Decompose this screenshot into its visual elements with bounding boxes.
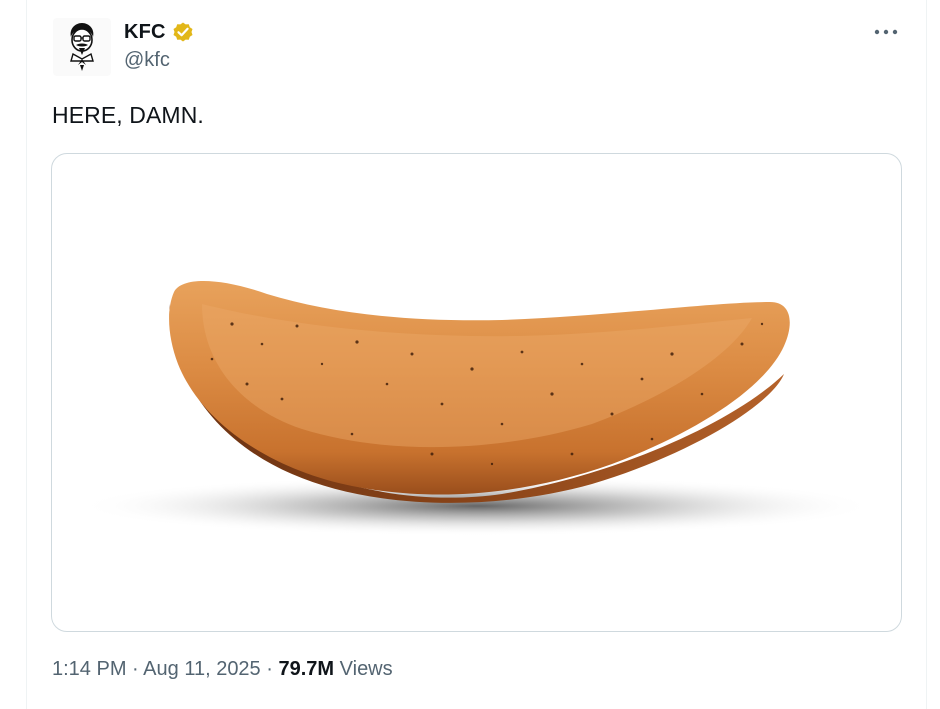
views-count[interactable]: 79.7M (278, 658, 334, 680)
tweet-text: HERE, DAMN. (52, 102, 204, 128)
meta-separator-2: · (266, 658, 273, 680)
tweet-time[interactable]: 1:14 PM (52, 658, 126, 680)
handle[interactable]: @kfc (124, 49, 195, 72)
more-horizontal-icon (874, 29, 898, 35)
potato-wedge-image (77, 280, 877, 536)
colonel-sanders-logo-icon (70, 23, 94, 71)
tweet-meta: 1:14 PM · Aug 11, 2025 · 79.7M Views (52, 658, 393, 681)
display-name[interactable]: KFC (124, 21, 166, 44)
views-label: Views (339, 658, 393, 680)
verified-badge-icon[interactable] (171, 20, 195, 44)
user-info: KFC @kfc (124, 18, 195, 72)
avatar[interactable] (53, 18, 111, 76)
meta-separator: · (132, 658, 139, 680)
tweet-card: KFC @kfc HERE, DAMN. 1:14 PM · Aug 11, 2… (26, 0, 927, 709)
tweet-date[interactable]: Aug 11, 2025 (143, 658, 261, 680)
tweet-media[interactable] (51, 153, 902, 632)
more-button[interactable] (872, 20, 900, 44)
display-name-row: KFC (124, 18, 195, 46)
